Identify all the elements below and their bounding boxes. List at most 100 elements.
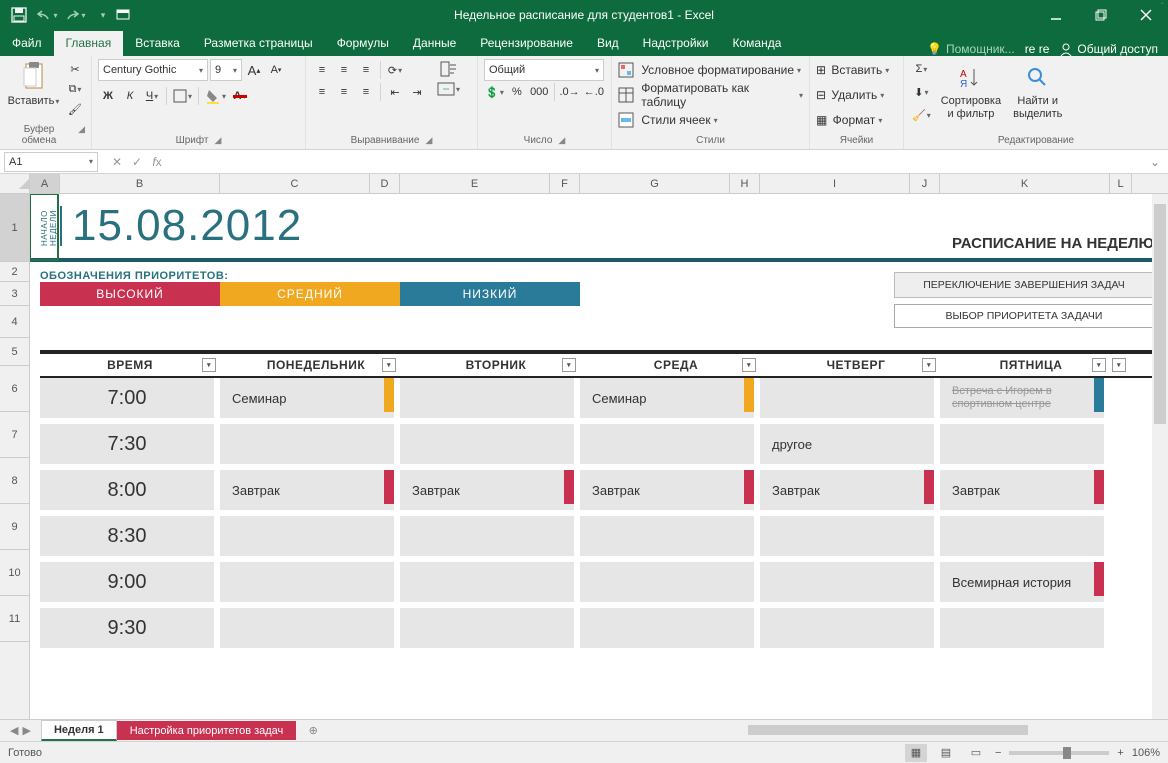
schedule-cell[interactable]: Завтрак — [760, 470, 940, 516]
schedule-cell[interactable] — [400, 378, 580, 424]
fill-color-icon[interactable]: ▾ — [203, 86, 228, 106]
filter-icon[interactable]: ▾ — [382, 358, 396, 372]
col-header-B[interactable]: B — [60, 174, 220, 193]
zoom-slider[interactable] — [1009, 751, 1109, 755]
row-header-1[interactable]: 1 — [0, 194, 29, 262]
schedule-cell[interactable] — [220, 424, 400, 470]
qat-customize-icon[interactable]: ▾ — [90, 2, 116, 28]
time-cell[interactable]: 8:00 — [40, 470, 220, 516]
sheet-tab-week1[interactable]: Неделя 1 — [41, 720, 117, 741]
zoom-out-button[interactable]: − — [995, 747, 1001, 759]
row-header-9[interactable]: 9 — [0, 504, 29, 550]
align-center-icon[interactable]: ≡ — [334, 82, 354, 102]
tab-team[interactable]: Команда — [721, 31, 794, 56]
schedule-cell[interactable]: Встреча с Игорем в спортивном центре — [940, 378, 1110, 424]
comma-format-icon[interactable]: 000 — [529, 82, 550, 102]
toggle-completion-button[interactable]: ПЕРЕКЛЮЧЕНИЕ ЗАВЕРШЕНИЯ ЗАДАЧ — [894, 272, 1154, 298]
zoom-in-button[interactable]: + — [1117, 747, 1123, 759]
format-painter-icon[interactable]: 🖌 — [65, 99, 85, 119]
tab-view[interactable]: Вид — [585, 31, 631, 56]
row-header-7[interactable]: 7 — [0, 412, 29, 458]
schedule-cell[interactable] — [400, 562, 580, 608]
autosum-icon[interactable]: Σ▾ — [910, 59, 933, 79]
find-select-button[interactable]: Найти и выделить — [1009, 59, 1066, 122]
schedule-cell[interactable] — [940, 424, 1110, 470]
user-label[interactable]: re re — [1025, 42, 1050, 56]
schedule-cell[interactable] — [580, 608, 760, 654]
underline-button[interactable]: Ч▾ — [142, 86, 162, 106]
expand-formula-icon[interactable]: ⌄ — [1142, 155, 1168, 169]
schedule-cell[interactable] — [220, 608, 400, 654]
col-header-A[interactable]: A — [30, 174, 60, 193]
format-cells-button[interactable]: ▦ Формат▾ — [816, 109, 889, 131]
ribbon-display-icon[interactable] — [116, 9, 130, 21]
maximize-button[interactable] — [1078, 0, 1123, 30]
copy-icon[interactable]: ⧉▾ — [65, 79, 85, 99]
vertical-scrollbar[interactable] — [1152, 194, 1168, 719]
paste-button[interactable]: Вставить▾ — [6, 59, 61, 110]
increase-decimal-icon[interactable]: .0→ — [558, 82, 580, 102]
schedule-cell[interactable]: Завтрак — [220, 470, 400, 516]
schedule-cell[interactable] — [940, 608, 1110, 654]
col-header-K[interactable]: K — [940, 174, 1110, 193]
schedule-cell[interactable] — [940, 516, 1110, 562]
font-family-select[interactable]: Century Gothic▾ — [98, 59, 208, 81]
tab-review[interactable]: Рецензирование — [468, 31, 585, 56]
schedule-cell[interactable] — [580, 516, 760, 562]
wrap-text-icon[interactable] — [435, 59, 462, 79]
number-launcher[interactable]: ◢ — [558, 135, 565, 146]
share-button[interactable]: Общий доступ — [1059, 42, 1158, 56]
schedule-cell[interactable] — [760, 378, 940, 424]
time-cell[interactable]: 9:30 — [40, 608, 220, 654]
align-right-icon[interactable]: ≡ — [356, 82, 376, 102]
filter-icon[interactable]: ▾ — [742, 358, 756, 372]
filter-icon[interactable]: ▾ — [1092, 358, 1106, 372]
tab-data[interactable]: Данные — [401, 31, 468, 56]
time-cell[interactable]: 7:30 — [40, 424, 220, 470]
select-all-corner[interactable] — [0, 174, 30, 193]
row-header-6[interactable]: 6 — [0, 366, 29, 412]
increase-font-icon[interactable]: A▴ — [244, 60, 264, 80]
time-cell[interactable]: 7:00 — [40, 378, 220, 424]
col-header-D[interactable]: D — [370, 174, 400, 193]
border-icon[interactable]: ▾ — [171, 86, 194, 106]
percent-format-icon[interactable]: % — [507, 82, 527, 102]
schedule-cell[interactable] — [400, 608, 580, 654]
fx-icon[interactable]: fx — [148, 155, 166, 169]
schedule-cell[interactable] — [220, 516, 400, 562]
time-cell[interactable]: 9:00 — [40, 562, 220, 608]
schedule-cell[interactable] — [760, 562, 940, 608]
align-middle-icon[interactable]: ≡ — [334, 60, 354, 80]
col-header-E[interactable]: E — [400, 174, 550, 193]
horizontal-scrollbar[interactable] — [738, 723, 1168, 739]
indent-increase-icon[interactable]: ⇥ — [407, 82, 427, 102]
format-as-table-button[interactable]: Форматировать как таблицу▾ — [618, 84, 803, 106]
sheet-nav-prev[interactable]: ◀ — [10, 724, 18, 737]
filter-icon[interactable]: ▾ — [562, 358, 576, 372]
col-header-J[interactable]: J — [910, 174, 940, 193]
col-header-I[interactable]: I — [760, 174, 910, 193]
col-header-F[interactable]: F — [550, 174, 580, 193]
cancel-formula-icon[interactable]: ✕ — [108, 155, 126, 169]
font-size-select[interactable]: 9▾ — [210, 59, 242, 81]
row-header-5[interactable]: 5 — [0, 338, 29, 366]
accounting-format-icon[interactable]: 💲▾ — [484, 82, 505, 102]
align-top-icon[interactable]: ≡ — [312, 60, 332, 80]
fill-icon[interactable]: ⬇▾ — [910, 82, 933, 102]
tab-file[interactable]: Файл — [0, 31, 54, 56]
font-color-icon[interactable]: A▾ — [230, 86, 250, 106]
orientation-icon[interactable]: ⟳▾ — [385, 60, 405, 80]
zoom-level[interactable]: 106% — [1132, 747, 1160, 759]
tab-addins[interactable]: Надстройки — [631, 31, 721, 56]
schedule-cell[interactable]: Завтрак — [580, 470, 760, 516]
cell-styles-button[interactable]: Стили ячеек▾ — [618, 109, 803, 131]
priority-select[interactable]: ВЫБОР ПРИОРИТЕТА ЗАДАЧИ▾ — [894, 304, 1154, 328]
align-bottom-icon[interactable]: ≡ — [356, 60, 376, 80]
row-header-11[interactable]: 11 — [0, 596, 29, 642]
schedule-cell[interactable]: Семинар — [580, 378, 760, 424]
col-header-H[interactable]: H — [730, 174, 760, 193]
row-header-10[interactable]: 10 — [0, 550, 29, 596]
time-cell[interactable]: 8:30 — [40, 516, 220, 562]
schedule-cell[interactable] — [760, 516, 940, 562]
col-header-G[interactable]: G — [580, 174, 730, 193]
